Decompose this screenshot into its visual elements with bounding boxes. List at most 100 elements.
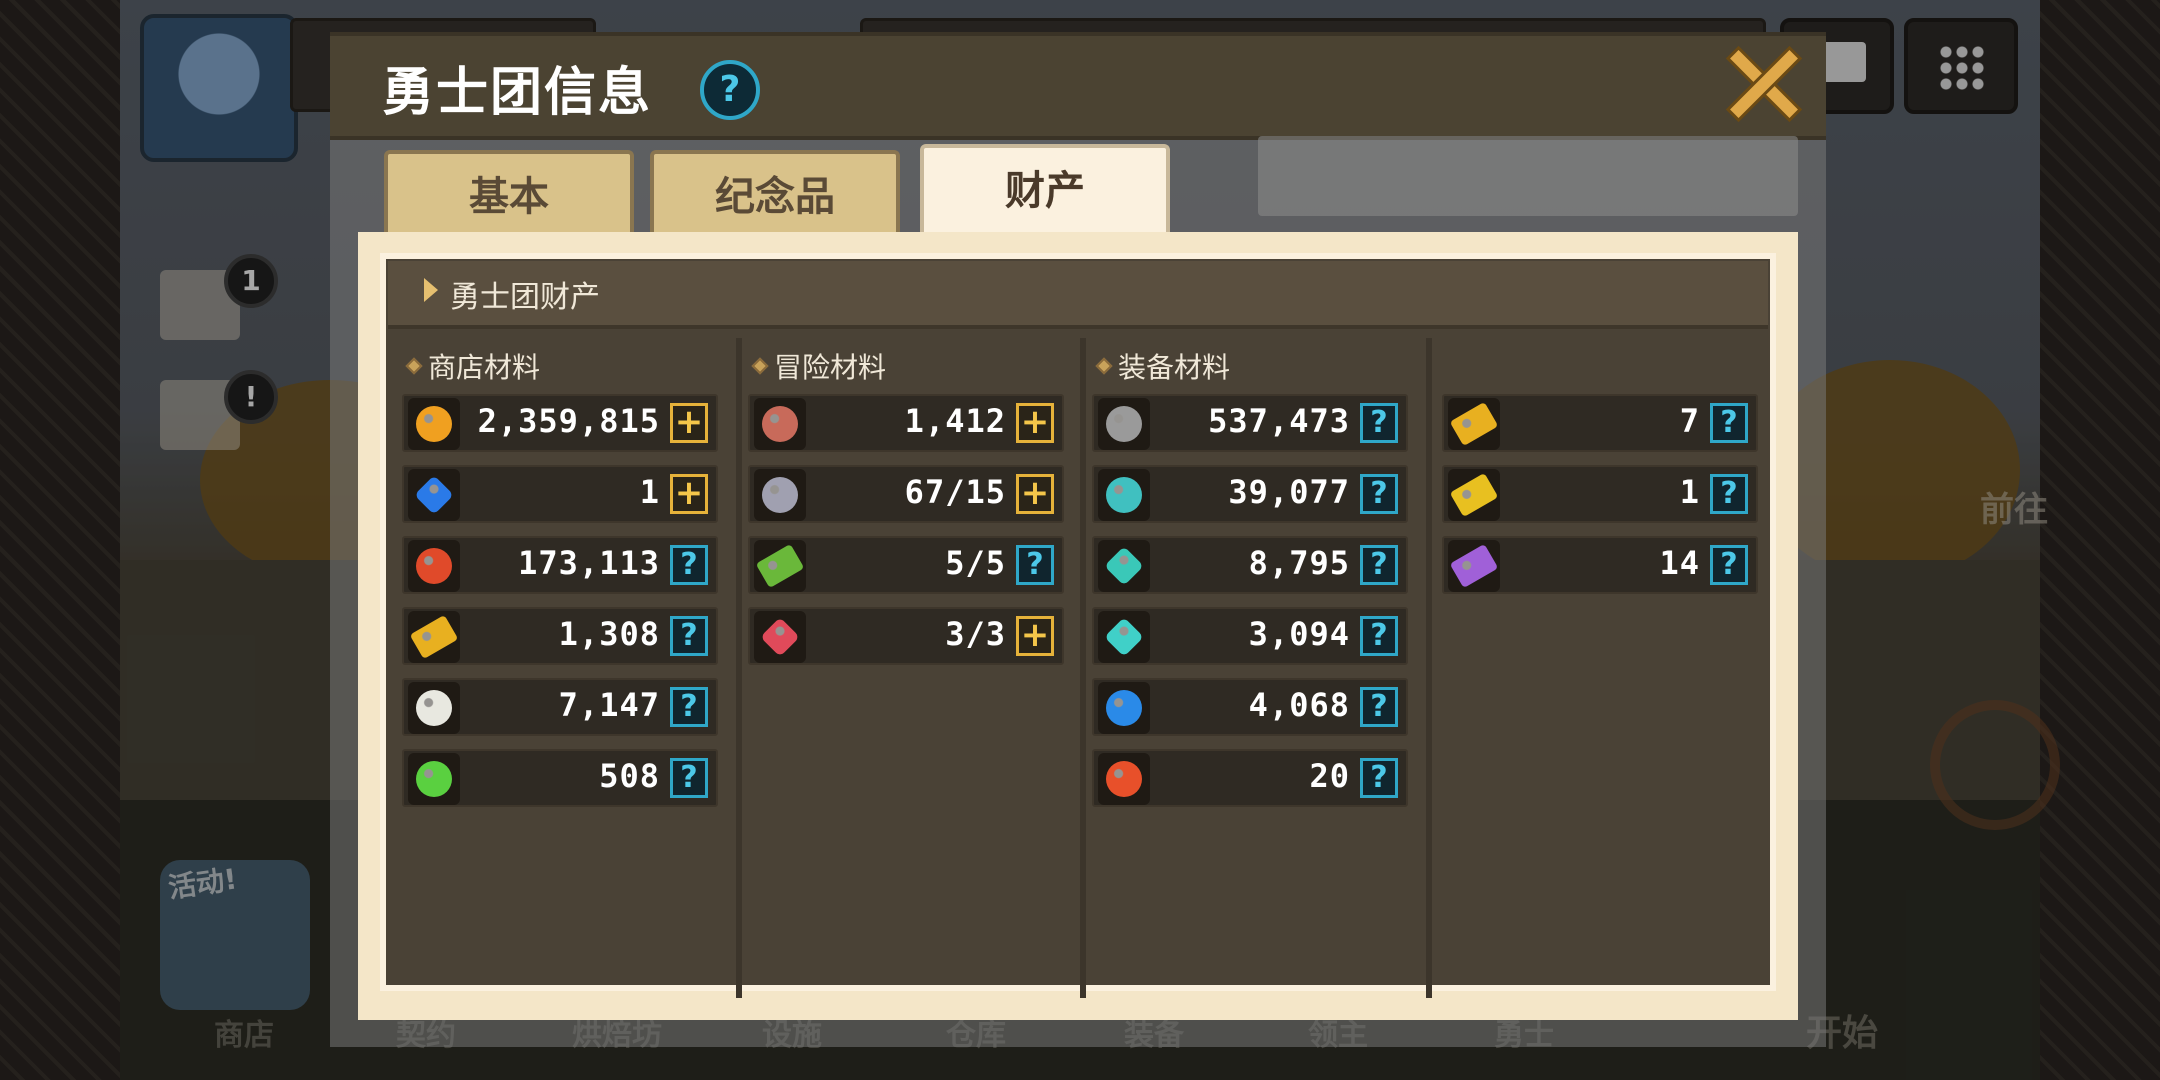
help-icon[interactable]: ?: [700, 60, 760, 120]
icon-glyph: [1104, 617, 1144, 657]
resource-row: 7,147?: [402, 678, 718, 736]
add-button[interactable]: +: [1016, 616, 1054, 656]
resource-row: 3,094?: [1092, 607, 1408, 665]
icon-glyph: [762, 477, 798, 513]
resource-row: 67/15 +: [748, 465, 1064, 523]
resource-row: 7?: [1442, 394, 1758, 452]
help-button[interactable]: ?: [1360, 616, 1398, 656]
resource-row: 8,795?: [1092, 536, 1408, 594]
tab-souvenir[interactable]: 纪念品: [650, 150, 900, 236]
help-button[interactable]: ?: [1710, 403, 1748, 443]
icon-glyph: [1449, 543, 1499, 589]
icon-glyph: [416, 761, 452, 797]
help-button[interactable]: ?: [1710, 474, 1748, 514]
help-button[interactable]: ?: [1360, 758, 1398, 798]
assets-panel-title: 勇士团财产: [450, 280, 600, 315]
add-button[interactable]: +: [670, 403, 708, 443]
add-button[interactable]: +: [1016, 403, 1054, 443]
column-divider: [1080, 338, 1086, 998]
icon-glyph: [1106, 690, 1142, 726]
tab-strip-empty: [1258, 136, 1798, 216]
help-button[interactable]: ?: [1360, 403, 1398, 443]
tab-basic[interactable]: 基本: [384, 150, 634, 236]
resource-count: 3/3: [945, 615, 1006, 653]
icon-glyph: [1449, 401, 1499, 447]
resource-row: 2,359,815 +: [402, 394, 718, 452]
resource-row: 537,473?: [1092, 394, 1408, 452]
blue-orb-icon: [1098, 682, 1150, 734]
medal-icon: [408, 540, 460, 592]
close-button[interactable]: [1726, 46, 1800, 120]
help-button[interactable]: ?: [670, 758, 708, 798]
resource-row: 39,077?: [1092, 465, 1408, 523]
resource-count: 173,113: [518, 544, 660, 582]
resource-count: 1,308: [558, 615, 660, 653]
resource-count: 7,147: [558, 686, 660, 724]
gold-star-ticket-icon: [1448, 469, 1500, 521]
resource-count: 1: [639, 473, 660, 511]
column-title: 冒险材料: [774, 351, 887, 384]
red-crystal-icon: [754, 611, 806, 663]
help-button[interactable]: ?: [670, 616, 708, 656]
help-button[interactable]: ?: [1360, 687, 1398, 727]
help-button[interactable]: ?: [670, 545, 708, 585]
key-icon: [754, 469, 806, 521]
resource-row: 3/3 +: [748, 607, 1064, 665]
icon-glyph: [762, 406, 798, 442]
icon-glyph: [1104, 546, 1144, 586]
blue-gem-icon: [408, 469, 460, 521]
resource-count: 1,412: [904, 402, 1006, 440]
resource-count: 8,795: [1248, 544, 1350, 582]
resource-count: 4,068: [1248, 686, 1350, 724]
gold-ticket-icon: [1448, 398, 1500, 450]
column-divider: [1426, 338, 1432, 998]
help-button[interactable]: ?: [670, 687, 708, 727]
guild-info-modal: 勇士团信息 ? 基本 纪念品 财产 勇士团财产 商店材料 2,359,815 +1 +…: [330, 32, 1826, 1047]
add-button[interactable]: +: [1016, 474, 1054, 514]
add-button[interactable]: +: [670, 474, 708, 514]
modal-title: 勇士团信息: [382, 63, 653, 123]
modal-header: 勇士团信息 ?: [330, 32, 1826, 140]
resource-count: 1: [1679, 473, 1700, 511]
green-ticket-icon: [754, 540, 806, 592]
teal-powder-icon: [1098, 469, 1150, 521]
purple-ticket-icon: [1448, 540, 1500, 592]
resource-row: 14?: [1442, 536, 1758, 594]
resource-row: 4,068?: [1092, 678, 1408, 736]
help-button[interactable]: ?: [1710, 545, 1748, 585]
resource-count: 508: [599, 757, 660, 795]
icon-glyph: [1106, 477, 1142, 513]
resource-row: 173,113?: [402, 536, 718, 594]
icon-glyph: [416, 406, 452, 442]
resource-count: 537,473: [1208, 402, 1350, 440]
green-orb-icon: [408, 753, 460, 805]
resource-count: 67/15: [904, 473, 1006, 511]
help-button[interactable]: ?: [1360, 474, 1398, 514]
arrow-right-icon: [424, 278, 438, 302]
icon-glyph: [416, 548, 452, 584]
fire-orb-icon: [1098, 753, 1150, 805]
tab-assets[interactable]: 财产: [920, 144, 1170, 236]
help-button[interactable]: ?: [1016, 545, 1054, 585]
teal-crystal-icon: [1098, 540, 1150, 592]
icon-glyph: [414, 475, 454, 515]
icon-glyph: [416, 690, 452, 726]
resource-count: 14: [1659, 544, 1700, 582]
teal-gem-icon: [1098, 611, 1150, 663]
resource-row: 1,412 +: [748, 394, 1064, 452]
resource-count: 7: [1679, 402, 1700, 440]
resource-count: 3,094: [1248, 615, 1350, 653]
gold-coin-icon: [408, 398, 460, 450]
help-button[interactable]: ?: [1360, 545, 1398, 585]
gold-ticket-icon: [408, 611, 460, 663]
resource-row: 1 +: [402, 465, 718, 523]
resource-count: 39,077: [1228, 473, 1350, 511]
column-divider: [736, 338, 742, 998]
icon-glyph: [1449, 472, 1499, 518]
resource-row: 5/5?: [748, 536, 1064, 594]
icon-glyph: [755, 543, 805, 589]
iron-ore-icon: [1098, 398, 1150, 450]
resource-count: 2,359,815: [477, 402, 660, 440]
icon-glyph: [1106, 406, 1142, 442]
column-title: 装备材料: [1118, 351, 1231, 384]
